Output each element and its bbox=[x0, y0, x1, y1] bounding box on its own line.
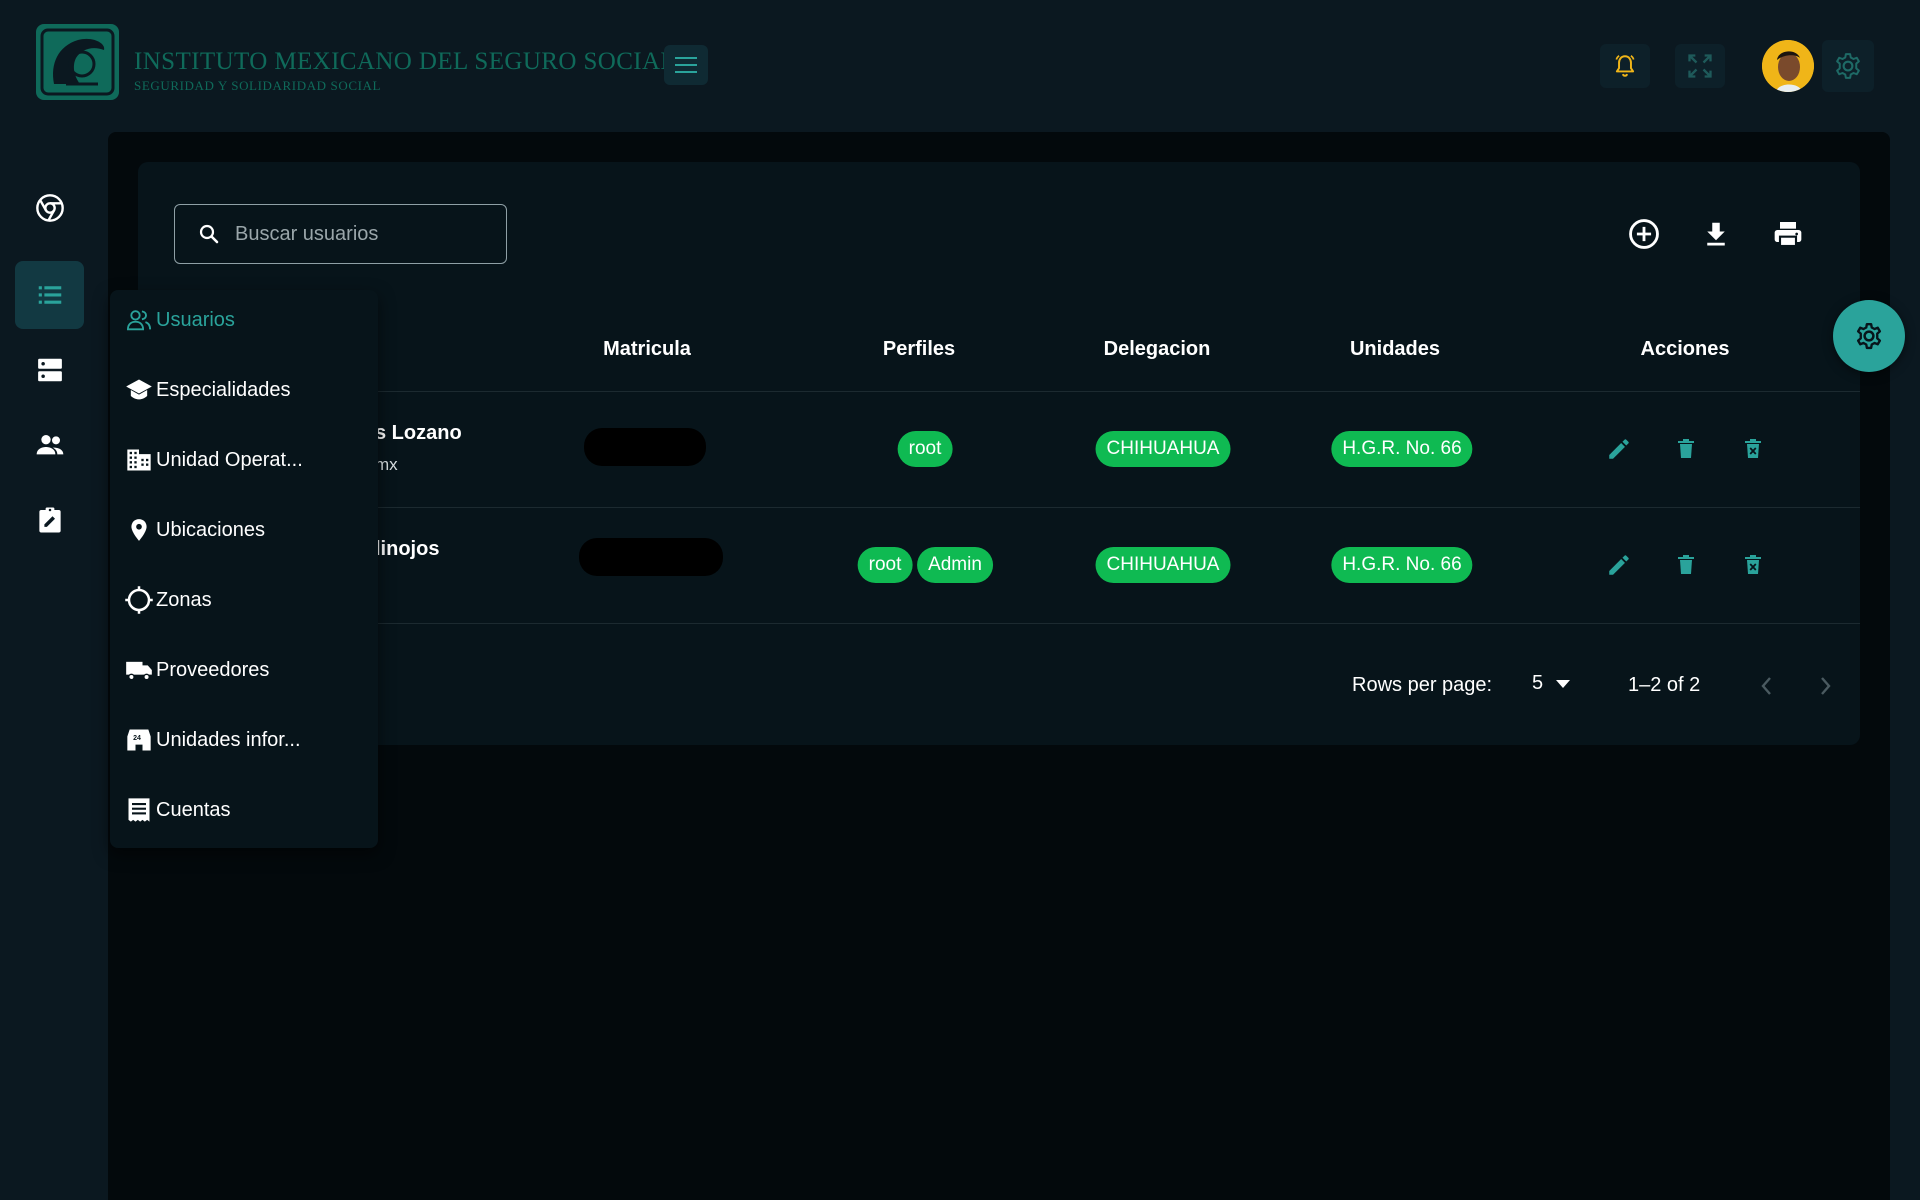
delete-forever-icon bbox=[1745, 439, 1761, 458]
menu-item-label: Unidades infor... bbox=[156, 728, 301, 751]
add-circle-icon bbox=[1629, 219, 1659, 249]
menu-item-label: Usuarios bbox=[156, 308, 235, 331]
bell-icon bbox=[1615, 55, 1635, 77]
rows-per-page-select[interactable]: 5 bbox=[1532, 672, 1571, 695]
menu-item-especialidades[interactable]: Especialidades bbox=[124, 370, 291, 410]
search-box[interactable] bbox=[174, 204, 507, 264]
menu-item-label: Zonas bbox=[156, 588, 212, 611]
profile-chip: Admin bbox=[917, 547, 993, 583]
prev-page-button[interactable] bbox=[1748, 668, 1784, 704]
building-icon bbox=[127, 449, 151, 471]
brand-subtitle: SEGURIDAD Y SOLIDARIDAD SOCIAL bbox=[134, 78, 382, 93]
dns-icon bbox=[37, 358, 62, 382]
trash-icon bbox=[1678, 555, 1694, 574]
store-24-icon: 24 bbox=[127, 729, 151, 751]
divider bbox=[138, 623, 1860, 624]
people-icon bbox=[36, 435, 63, 455]
menu-item-unidad-operativa[interactable]: Unidad Operat... bbox=[124, 440, 303, 480]
print-button[interactable] bbox=[1766, 212, 1810, 256]
location-pin-icon bbox=[131, 519, 147, 541]
menu-toggle-button[interactable] bbox=[664, 45, 708, 85]
rail-item-assignments[interactable] bbox=[15, 486, 84, 554]
truck-icon bbox=[126, 661, 152, 681]
menu-item-label: Especialidades bbox=[156, 378, 291, 401]
delete-forever-icon bbox=[1745, 555, 1761, 574]
imss-logo bbox=[36, 24, 119, 100]
gear-icon bbox=[1836, 53, 1860, 79]
fullscreen-button[interactable] bbox=[1675, 44, 1725, 88]
user-name: linojos bbox=[375, 538, 440, 560]
rail-item-servers[interactable] bbox=[15, 336, 84, 404]
trash-icon bbox=[1678, 439, 1694, 458]
unidad-chip: H.G.R. No. 66 bbox=[1331, 431, 1473, 467]
unidad-chip: H.G.R. No. 66 bbox=[1331, 547, 1473, 583]
delete-forever-button[interactable] bbox=[1735, 547, 1771, 583]
menu-icon bbox=[675, 57, 697, 73]
download-button[interactable] bbox=[1694, 212, 1738, 256]
receipt-icon bbox=[128, 798, 150, 822]
chevron-right-icon bbox=[1821, 677, 1831, 695]
assignment-edit-icon bbox=[38, 507, 61, 533]
menu-item-label: Unidad Operat... bbox=[156, 448, 303, 471]
delegacion-chip: CHIHUAHUA bbox=[1095, 431, 1231, 467]
edit-button[interactable] bbox=[1601, 547, 1637, 583]
theme-settings-fab[interactable] bbox=[1833, 300, 1905, 372]
edit-icon bbox=[1609, 439, 1629, 459]
avatar[interactable] bbox=[1762, 40, 1814, 92]
delete-button[interactable] bbox=[1668, 431, 1704, 467]
column-header-delegacion[interactable]: Delegacion bbox=[1104, 338, 1211, 361]
caret-down-icon bbox=[1556, 679, 1571, 688]
user-name: s Lozano bbox=[375, 422, 462, 444]
users-icon bbox=[126, 310, 152, 331]
delete-forever-button[interactable] bbox=[1735, 431, 1771, 467]
next-page-button[interactable] bbox=[1808, 668, 1844, 704]
delegacion-chip: CHIHUAHUA bbox=[1095, 547, 1231, 583]
menu-item-zonas[interactable]: Zonas bbox=[124, 580, 212, 620]
svg-text:24: 24 bbox=[133, 735, 141, 742]
download-icon bbox=[1707, 222, 1725, 246]
column-header-matricula[interactable]: Matricula bbox=[603, 338, 691, 361]
edit-icon bbox=[1609, 555, 1629, 575]
add-user-button[interactable] bbox=[1622, 212, 1666, 256]
settings-button[interactable] bbox=[1822, 40, 1874, 92]
menu-item-ubicaciones[interactable]: Ubicaciones bbox=[124, 510, 265, 550]
column-header-perfiles[interactable]: Perfiles bbox=[883, 338, 955, 361]
edit-button[interactable] bbox=[1601, 431, 1637, 467]
redacted-matricula bbox=[579, 538, 723, 576]
brand-title: INSTITUTO MEXICANO DEL SEGURO SOCIAL bbox=[134, 48, 677, 75]
menu-item-cuentas[interactable]: Cuentas bbox=[124, 790, 231, 830]
gear-icon bbox=[1856, 322, 1882, 350]
notifications-button[interactable] bbox=[1600, 44, 1650, 88]
rows-per-page-value: 5 bbox=[1532, 672, 1544, 694]
pagination-range: 1–2 of 2 bbox=[1628, 674, 1701, 696]
target-icon bbox=[125, 586, 153, 614]
profile-chip: root bbox=[857, 547, 913, 583]
rows-per-page-label: Rows per page: bbox=[1352, 674, 1493, 696]
column-header-unidades[interactable]: Unidades bbox=[1350, 338, 1440, 361]
menu-item-usuarios[interactable]: Usuarios bbox=[124, 300, 235, 340]
menu-item-label: Cuentas bbox=[156, 798, 231, 821]
delete-button[interactable] bbox=[1668, 547, 1704, 583]
profile-chip: root bbox=[897, 431, 953, 467]
fullscreen-icon bbox=[1688, 54, 1712, 78]
school-icon bbox=[126, 379, 152, 400]
rail-item-catalogs[interactable] bbox=[15, 261, 84, 329]
chevron-left-icon bbox=[1761, 677, 1771, 695]
redacted-matricula bbox=[584, 428, 706, 466]
menu-item-proveedores[interactable]: Proveedores bbox=[124, 650, 269, 690]
user-email: mx bbox=[375, 455, 398, 474]
menu-item-label: Ubicaciones bbox=[156, 518, 265, 541]
menu-item-unidades-informacion[interactable]: 24 Unidades infor... bbox=[124, 720, 301, 760]
rail-item-dashboard[interactable] bbox=[15, 174, 84, 242]
search-icon bbox=[199, 224, 219, 244]
search-input[interactable] bbox=[235, 222, 475, 246]
catalog-flyout-menu: Usuarios Especialidades Unidad Operat... bbox=[110, 290, 378, 848]
print-icon bbox=[1774, 222, 1802, 248]
column-header-acciones: Acciones bbox=[1640, 338, 1730, 360]
menu-item-label: Proveedores bbox=[156, 658, 270, 681]
chrome-icon bbox=[35, 194, 64, 222]
rail-item-people[interactable] bbox=[15, 411, 84, 479]
list-icon bbox=[38, 286, 61, 304]
